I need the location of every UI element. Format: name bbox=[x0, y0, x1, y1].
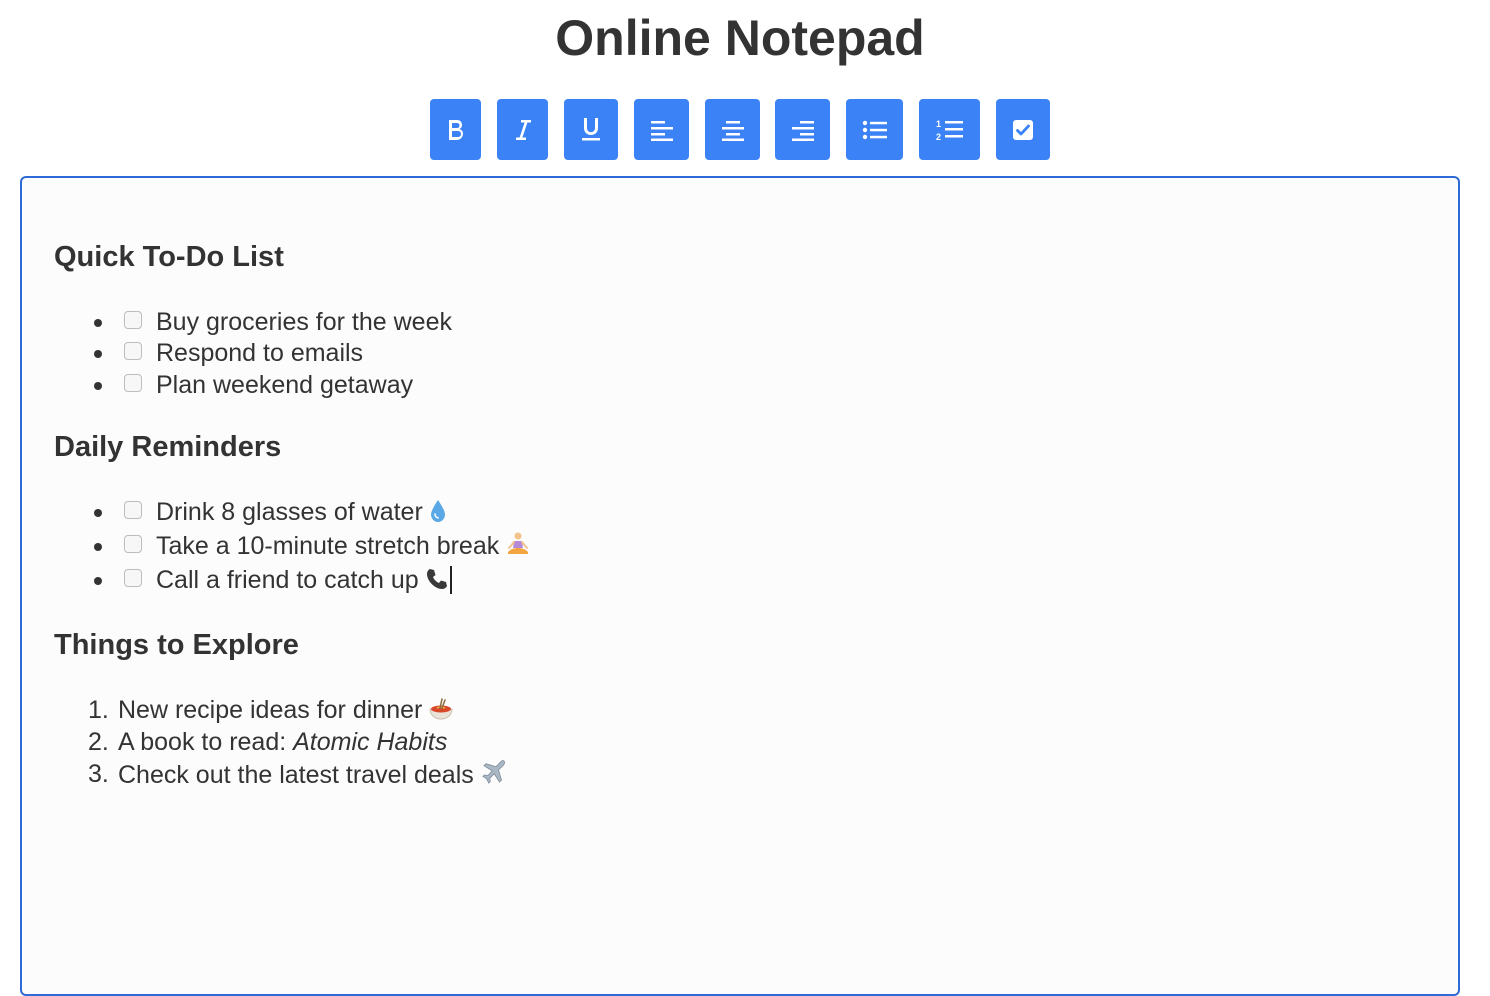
item-text: Check out the latest travel deals bbox=[118, 758, 508, 794]
todo-checkbox[interactable] bbox=[124, 311, 142, 329]
airplane-icon bbox=[480, 758, 508, 794]
item-text: Call a friend to catch up bbox=[156, 564, 452, 599]
bullet-icon bbox=[94, 577, 102, 585]
meditation-icon bbox=[505, 531, 531, 565]
telephone-icon bbox=[425, 567, 449, 599]
item-text: A book to read: Atomic Habits bbox=[118, 726, 447, 758]
bullet-icon bbox=[94, 509, 102, 517]
checkbox-icon bbox=[996, 99, 1050, 160]
bullet-icon bbox=[94, 319, 102, 327]
item-label: Check out the latest travel deals bbox=[118, 761, 474, 789]
numbered-list-button[interactable]: 12 bbox=[919, 99, 980, 160]
item-text: Take a 10-minute stretch break bbox=[156, 530, 531, 565]
section-heading-quick-todo: Quick To-Do List bbox=[54, 241, 284, 273]
todo-checkbox[interactable] bbox=[124, 374, 142, 392]
checkbox-list-button[interactable] bbox=[996, 99, 1050, 160]
item-label: Call a friend to catch up bbox=[156, 566, 419, 594]
water-drop-icon bbox=[429, 499, 447, 531]
list-number: 1. bbox=[88, 696, 109, 724]
bullet-list-button[interactable] bbox=[846, 99, 903, 160]
notepad-editor[interactable]: Quick To-Do List Buy groceries for the w… bbox=[20, 176, 1460, 996]
align-center-button[interactable] bbox=[705, 99, 760, 160]
item-label: Take a 10-minute stretch break bbox=[156, 532, 500, 560]
list-number: 3. bbox=[88, 760, 109, 788]
align-right-button[interactable] bbox=[775, 99, 830, 160]
svg-text:1: 1 bbox=[936, 119, 941, 129]
item-text: Plan weekend getaway bbox=[156, 371, 414, 399]
item-text: New recipe ideas for dinner bbox=[118, 694, 454, 729]
align-right-icon bbox=[775, 99, 830, 160]
bold-button[interactable] bbox=[430, 99, 481, 160]
item-label: Drink 8 glasses of water bbox=[156, 498, 423, 526]
page-title: Online Notepad bbox=[555, 10, 925, 66]
item-text: Buy groceries for the week bbox=[156, 308, 452, 336]
item-label: A book to read: bbox=[118, 728, 294, 756]
underline-button[interactable] bbox=[564, 99, 618, 160]
numbered-list-icon: 12 bbox=[919, 99, 980, 160]
text-cursor bbox=[449, 566, 452, 594]
bold-icon bbox=[430, 99, 481, 160]
todo-checkbox[interactable] bbox=[124, 342, 142, 360]
section-heading-things-to-explore: Things to Explore bbox=[54, 629, 299, 661]
section-heading-daily-reminders: Daily Reminders bbox=[54, 431, 282, 463]
item-text: Drink 8 glasses of water bbox=[156, 496, 447, 531]
italic-icon bbox=[497, 99, 548, 160]
bullet-icon bbox=[94, 350, 102, 358]
book-title: Atomic Habits bbox=[293, 728, 448, 756]
bullet-list-icon bbox=[846, 99, 903, 160]
svg-text:2: 2 bbox=[936, 132, 941, 142]
item-label: New recipe ideas for dinner bbox=[118, 696, 423, 724]
todo-checkbox[interactable] bbox=[124, 535, 142, 553]
bullet-icon bbox=[94, 382, 102, 390]
todo-checkbox[interactable] bbox=[124, 501, 142, 519]
align-center-icon bbox=[705, 99, 760, 160]
item-text: Respond to emails bbox=[156, 339, 364, 367]
align-left-icon bbox=[634, 99, 689, 160]
list-number: 2. bbox=[88, 728, 109, 756]
bullet-icon bbox=[94, 543, 102, 551]
todo-checkbox[interactable] bbox=[124, 569, 142, 587]
align-left-button[interactable] bbox=[634, 99, 689, 160]
italic-button[interactable] bbox=[497, 99, 548, 160]
underline-icon bbox=[564, 99, 618, 160]
pasta-icon bbox=[428, 697, 454, 729]
